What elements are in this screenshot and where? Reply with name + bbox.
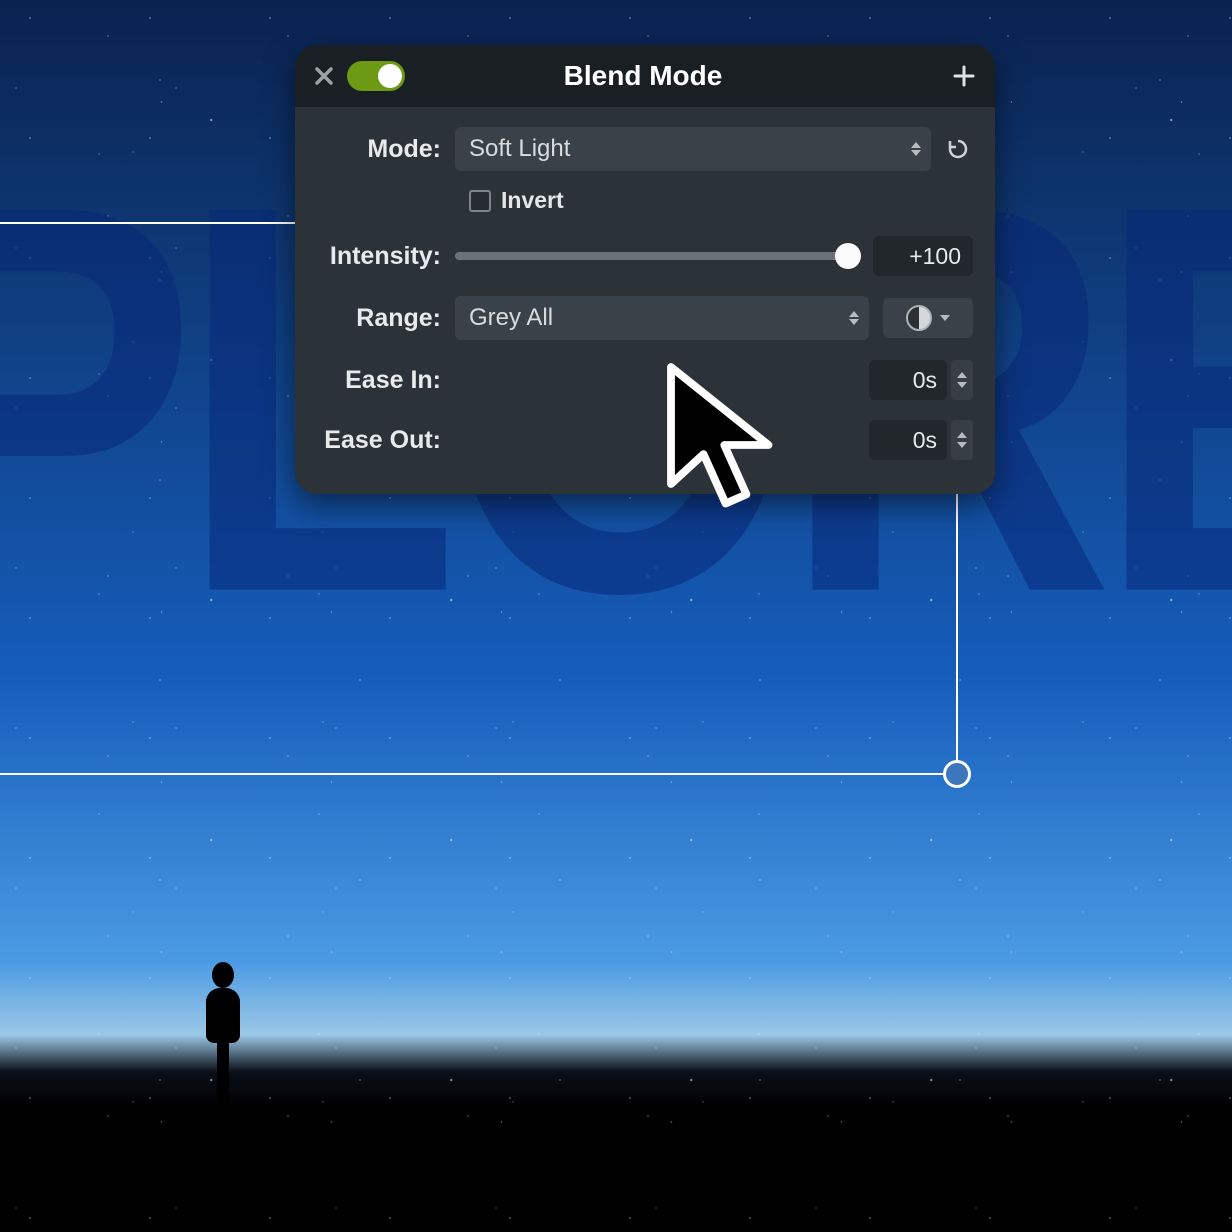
editor-canvas: PLORE Blend Mode Mode: Sof [0, 0, 1232, 1232]
range-label: Range: [317, 304, 455, 333]
blend-mode-panel: Blend Mode Mode: Soft Light [295, 45, 995, 494]
ease-in-value-input[interactable]: 0s [869, 360, 947, 400]
slider-thumb[interactable] [835, 243, 861, 269]
half-moon-icon [906, 305, 932, 331]
undo-icon [946, 137, 970, 161]
invert-row: Invert [469, 187, 973, 214]
ease-in-label: Ease In: [317, 366, 455, 395]
invert-checkbox[interactable] [469, 190, 491, 212]
ease-out-stepper[interactable] [951, 420, 973, 460]
range-visual-dropdown[interactable] [883, 298, 973, 338]
range-row: Range: Grey All [317, 296, 973, 340]
invert-label: Invert [501, 187, 564, 214]
mode-select[interactable]: Soft Light [455, 127, 931, 171]
ease-in-row: Ease In: 0s [317, 360, 973, 400]
intensity-slider[interactable] [455, 252, 859, 260]
close-button[interactable] [315, 63, 333, 89]
intensity-row: Intensity: +100 [317, 236, 973, 276]
add-button[interactable] [953, 60, 975, 92]
panel-header: Blend Mode [295, 45, 995, 107]
ease-in-stepper[interactable] [951, 360, 973, 400]
stepper-arrows-icon [911, 142, 921, 156]
mode-label: Mode: [317, 135, 455, 164]
panel-title: Blend Mode [333, 60, 953, 92]
ease-out-label: Ease Out: [317, 426, 455, 455]
effect-enabled-toggle[interactable] [347, 61, 405, 91]
mode-reset-button[interactable] [943, 137, 973, 161]
mode-row: Mode: Soft Light [317, 127, 973, 171]
range-select[interactable]: Grey All [455, 296, 869, 340]
range-select-value: Grey All [469, 304, 553, 332]
chevron-down-icon [940, 315, 950, 321]
ease-out-value-input[interactable]: 0s [869, 420, 947, 460]
stepper-arrows-icon [849, 311, 859, 325]
intensity-label: Intensity: [317, 242, 455, 271]
intensity-value-input[interactable]: +100 [873, 236, 973, 276]
silhouette-figure [195, 962, 250, 1102]
ease-out-row: Ease Out: 0s [317, 420, 973, 460]
selection-resize-handle[interactable] [943, 760, 971, 788]
mode-select-value: Soft Light [469, 135, 570, 163]
